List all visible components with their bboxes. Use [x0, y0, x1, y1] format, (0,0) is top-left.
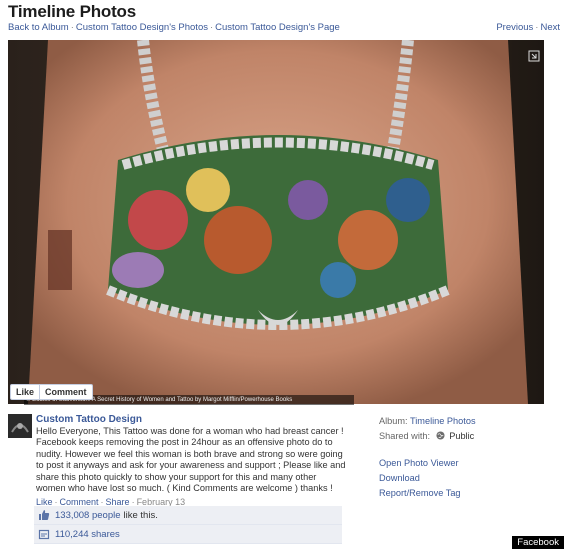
likes-row: 133,008 people like this. — [34, 506, 342, 525]
facebook-badge: Facebook — [512, 536, 564, 549]
shared-with-label: Shared with: — [379, 431, 431, 441]
photo-like-button[interactable]: Like — [11, 385, 39, 399]
previous-link[interactable]: Previous — [496, 22, 533, 33]
post-text: Hello Everyone, This Tattoo was done for… — [36, 426, 346, 494]
shares-count-link[interactable]: 110,244 shares — [55, 529, 120, 540]
album-row: Album: Timeline Photos — [379, 414, 559, 429]
tattoo-photo-illustration — [8, 40, 544, 404]
page-name-link[interactable]: Custom Tattoo Design — [36, 414, 348, 425]
separator: · — [209, 22, 214, 33]
feedback-box: 133,008 people like this. 110,244 shares — [34, 506, 342, 544]
download-link[interactable]: Download — [379, 473, 420, 483]
album-label: Album: — [379, 416, 408, 426]
share-icon — [38, 529, 50, 540]
photo-details-sidebar: Album: Timeline Photos Shared with: Publ… — [379, 414, 559, 501]
shares-row: 110,244 shares — [34, 525, 342, 544]
photo-pagination: Previous · Next — [496, 22, 560, 33]
open-photo-viewer-link[interactable]: Open Photo Viewer — [379, 458, 459, 468]
breadcrumb-page[interactable]: Custom Tattoo Design's Page — [215, 22, 340, 33]
thumbs-up-icon — [39, 510, 50, 520]
expand-icon[interactable] — [528, 50, 540, 62]
likes-count-link[interactable]: 133,008 people — [55, 510, 121, 521]
photo-like-comment-bar: Like Comment — [10, 384, 93, 400]
photo-comment-button[interactable]: Comment — [39, 385, 92, 399]
post: Custom Tattoo Design Hello Everyone, Thi… — [8, 410, 348, 507]
report-remove-tag-link[interactable]: Report/Remove Tag — [379, 488, 461, 498]
album-link[interactable]: Timeline Photos — [410, 416, 476, 426]
privacy-value[interactable]: Public — [449, 431, 474, 441]
separator: · — [535, 22, 539, 33]
page-logo-icon — [8, 414, 32, 438]
breadcrumb-photos[interactable]: Custom Tattoo Design's Photos — [76, 22, 208, 33]
next-link[interactable]: Next — [540, 22, 560, 33]
photo[interactable] — [8, 40, 544, 404]
shared-with-row: Shared with: Public — [379, 429, 559, 444]
avatar[interactable] — [8, 414, 32, 438]
breadcrumb-back-to-album[interactable]: Back to Album — [8, 22, 69, 33]
separator: · — [70, 22, 74, 33]
page-title: Timeline Photos — [8, 2, 136, 21]
globe-icon — [436, 431, 445, 440]
likes-suffix: like this. — [123, 509, 158, 521]
breadcrumb: Back to Album · Custom Tattoo Design's Pho… — [8, 22, 340, 33]
